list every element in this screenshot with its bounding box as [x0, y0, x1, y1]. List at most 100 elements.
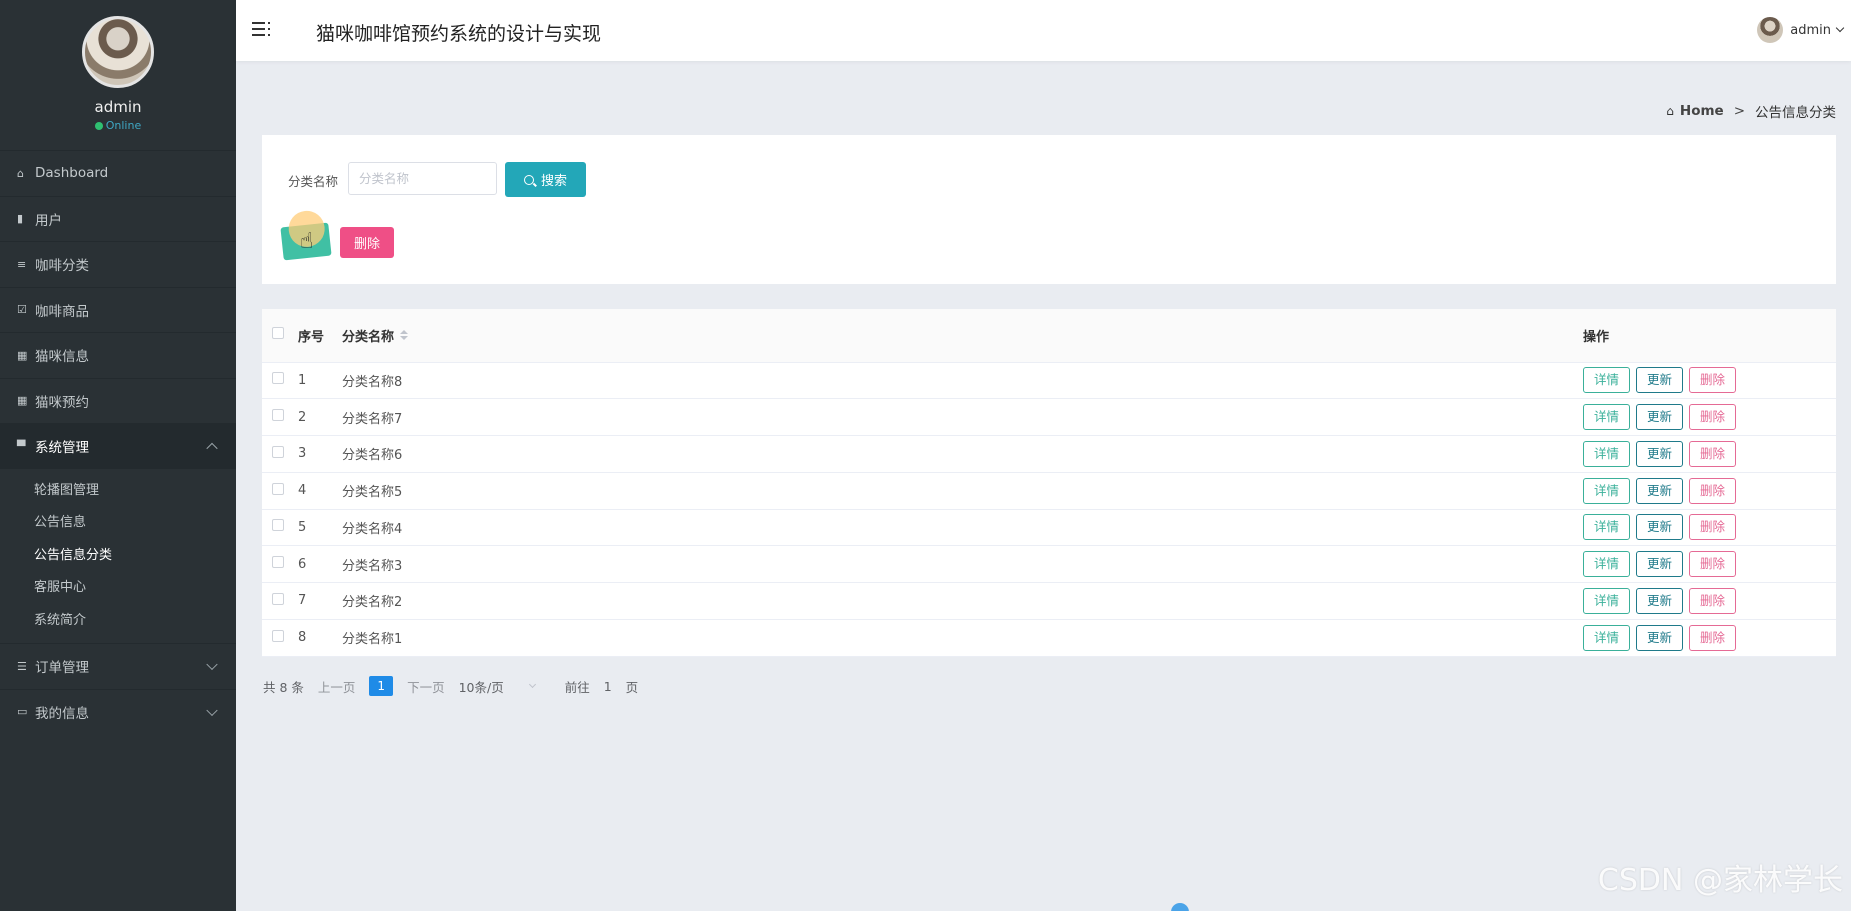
- header-name[interactable]: 分类名称: [342, 309, 1583, 363]
- prev-page-button[interactable]: 上一页: [318, 677, 356, 696]
- delete-button[interactable]: 删除: [1689, 551, 1737, 578]
- goto-suffix: 页: [625, 679, 639, 695]
- row-checkbox[interactable]: [272, 629, 284, 642]
- detail-button[interactable]: 详情: [1583, 404, 1631, 431]
- submenu-item-carousel[interactable]: 轮播图管理: [0, 475, 236, 508]
- online-status: Online: [0, 119, 236, 132]
- row-check-cell: [262, 509, 298, 547]
- sidebar-item-label: 系统管理: [35, 440, 89, 457]
- sidebar-item-label: 用户: [35, 212, 62, 229]
- sidebar-item-coffee-goods[interactable]: ☑ 咖啡商品: [0, 286, 236, 333]
- delete-button[interactable]: 删除: [1689, 514, 1737, 541]
- category-name-input[interactable]: [348, 162, 497, 195]
- detail-button[interactable]: 详情: [1583, 514, 1631, 541]
- table-row: 6 分类名称3 详情 更新 删除: [262, 545, 1836, 583]
- row-check-cell: [262, 472, 298, 510]
- app-title: 猫咪咖啡馆预约系统的设计与实现: [316, 23, 602, 45]
- row-checkbox[interactable]: [272, 482, 284, 495]
- sidebar-submenu-system: 轮播图管理 公告信息 公告信息分类 客服中心 系统简介: [0, 468, 236, 643]
- sidebar-item-users[interactable]: ▮ 用户: [0, 195, 236, 242]
- update-button[interactable]: 更新: [1636, 367, 1684, 394]
- user-menu[interactable]: admin: [1757, 17, 1845, 43]
- select-all-checkbox[interactable]: [272, 327, 284, 340]
- delete-button[interactable]: 删除: [1689, 587, 1737, 614]
- row-actions: 详情 更新 删除: [1583, 362, 1836, 400]
- category-name-label: 分类名称: [288, 174, 339, 189]
- delete-button[interactable]: 删除: [1689, 367, 1737, 394]
- sidebar-item-my-info[interactable]: ▭ 我的信息: [0, 688, 236, 735]
- sidebar-item-dashboard[interactable]: ⌂ Dashboard: [0, 150, 236, 196]
- detail-button[interactable]: 详情: [1583, 367, 1631, 394]
- profile-name: admin: [94, 98, 142, 116]
- update-button[interactable]: 更新: [1636, 624, 1684, 651]
- pagination: 共 8 条 上一页 1 下一页 10条/页 前往 1 页: [263, 676, 652, 696]
- row-checkbox[interactable]: [272, 445, 284, 458]
- sidebar-item-label: 咖啡分类: [35, 258, 89, 275]
- submenu-item-notice[interactable]: 公告信息: [0, 507, 236, 540]
- menu-toggle-icon[interactable]: [252, 20, 272, 38]
- submenu-item-notice-category[interactable]: 公告信息分类: [0, 540, 236, 573]
- row-checkbox[interactable]: [272, 592, 284, 605]
- page-size-select[interactable]: 10条/页: [459, 677, 536, 696]
- row-checkbox[interactable]: [272, 372, 284, 385]
- grid-icon: ▦: [17, 348, 28, 362]
- detail-button[interactable]: 详情: [1583, 587, 1631, 614]
- row-index: 2: [298, 398, 342, 436]
- row-checkbox[interactable]: [272, 409, 284, 422]
- sidebar-item-cat-info[interactable]: ▦ 猫咪信息: [0, 332, 236, 378]
- sidebar-item-cat-booking[interactable]: ▦ 猫咪预约: [0, 377, 236, 424]
- table-row: 1 分类名称8 详情 更新 删除: [262, 362, 1836, 400]
- row-check-cell: [262, 435, 298, 473]
- breadcrumb-home[interactable]: Home: [1680, 103, 1724, 119]
- row-checkbox[interactable]: [272, 519, 284, 532]
- row-check-cell: [262, 398, 298, 436]
- header-ops: 操作: [1583, 309, 1836, 363]
- goto-page-input[interactable]: 1: [604, 679, 612, 694]
- row-name: 分类名称8: [342, 362, 1583, 400]
- page-number-current[interactable]: 1: [369, 676, 394, 696]
- row-actions: 详情 更新 删除: [1583, 472, 1836, 510]
- submenu-item-service[interactable]: 客服中心: [0, 572, 236, 605]
- detail-button[interactable]: 详情: [1583, 551, 1631, 578]
- delete-button[interactable]: 删除: [1689, 440, 1737, 467]
- select-all-cell: [262, 309, 298, 363]
- batch-delete-button[interactable]: 删除: [340, 227, 394, 258]
- card-icon: ▭: [17, 705, 28, 719]
- row-index: 3: [298, 435, 342, 473]
- sidebar-item-label: 猫咪信息: [35, 349, 89, 366]
- sidebar-item-coffee-category[interactable]: ≡ 咖啡分类: [0, 241, 236, 287]
- update-button[interactable]: 更新: [1636, 514, 1684, 541]
- row-checkbox[interactable]: [272, 556, 284, 569]
- search-button[interactable]: 搜索: [505, 162, 586, 197]
- hand-cursor-icon: ☝: [300, 229, 314, 254]
- update-button[interactable]: 更新: [1636, 440, 1684, 467]
- table-row: 7 分类名称2 详情 更新 删除: [262, 582, 1836, 620]
- scroll-indicator: [1171, 903, 1189, 911]
- sort-icon[interactable]: [400, 329, 409, 340]
- delete-button[interactable]: 删除: [1689, 404, 1737, 431]
- top-header: 猫咪咖啡馆预约系统的设计与实现 admin: [236, 0, 1851, 61]
- category-table: 序号 分类名称 操作 1 分类名称8 详情 更新 删除 2 分类名称7 详情 更新 删除 3 分类名称…: [262, 309, 1836, 657]
- row-name: 分类名称5: [342, 472, 1583, 510]
- sidebar-item-orders[interactable]: ☰ 订单管理: [0, 643, 236, 689]
- avatar[interactable]: [82, 16, 154, 88]
- detail-button[interactable]: 详情: [1583, 440, 1631, 467]
- submenu-item-about[interactable]: 系统简介: [0, 605, 236, 638]
- update-button[interactable]: 更新: [1636, 477, 1684, 504]
- avatar: [1757, 17, 1784, 43]
- delete-button[interactable]: 删除: [1689, 477, 1737, 504]
- sidebar-item-system[interactable]: ▀ 系统管理: [0, 423, 236, 469]
- goto-label: 前往: [564, 679, 590, 695]
- table-row: 3 分类名称6 详情 更新 删除: [262, 435, 1836, 473]
- search-icon: [523, 174, 534, 185]
- delete-button[interactable]: 删除: [1689, 624, 1737, 651]
- next-page-button[interactable]: 下一页: [407, 677, 445, 696]
- update-button[interactable]: 更新: [1636, 404, 1684, 431]
- check-square-icon: ☑: [17, 303, 27, 317]
- detail-button[interactable]: 详情: [1583, 477, 1631, 504]
- update-button[interactable]: 更新: [1636, 551, 1684, 578]
- row-actions: 详情 更新 删除: [1583, 582, 1836, 620]
- detail-button[interactable]: 详情: [1583, 624, 1631, 651]
- sliders-icon: ≡: [17, 257, 27, 271]
- update-button[interactable]: 更新: [1636, 587, 1684, 614]
